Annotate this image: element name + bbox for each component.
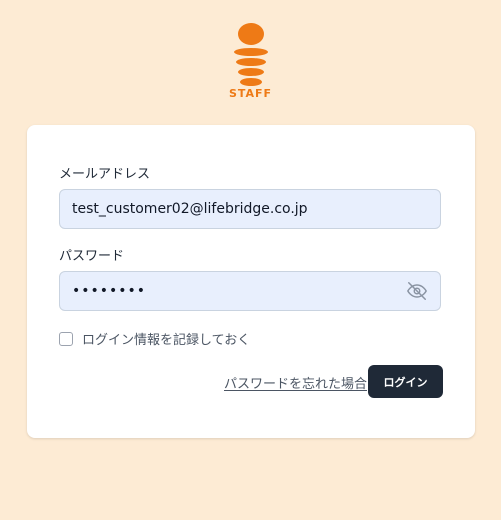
email-field[interactable] (72, 201, 428, 217)
staff-logo: STAFF (0, 22, 501, 100)
login-card: メールアドレス パスワード ログイン情報を記録しておく パスワードを忘れた場合 … (27, 125, 475, 438)
password-field-container (59, 271, 441, 311)
logo-text: STAFF (228, 87, 273, 100)
eye-off-icon[interactable] (406, 280, 428, 302)
remember-me-row[interactable]: ログイン情報を記録しておく (59, 329, 250, 348)
logo-mark-icon (233, 23, 268, 86)
email-field-container (59, 189, 441, 229)
forgot-password-link[interactable]: パスワードを忘れた場合 (224, 373, 367, 392)
password-label: パスワード (59, 249, 125, 264)
login-button[interactable]: ログイン (368, 365, 443, 398)
password-field[interactable] (72, 283, 406, 299)
remember-me-checkbox[interactable] (59, 331, 73, 346)
email-label: メールアドレス (59, 167, 151, 182)
remember-me-label: ログイン情報を記録しておく (82, 333, 251, 348)
